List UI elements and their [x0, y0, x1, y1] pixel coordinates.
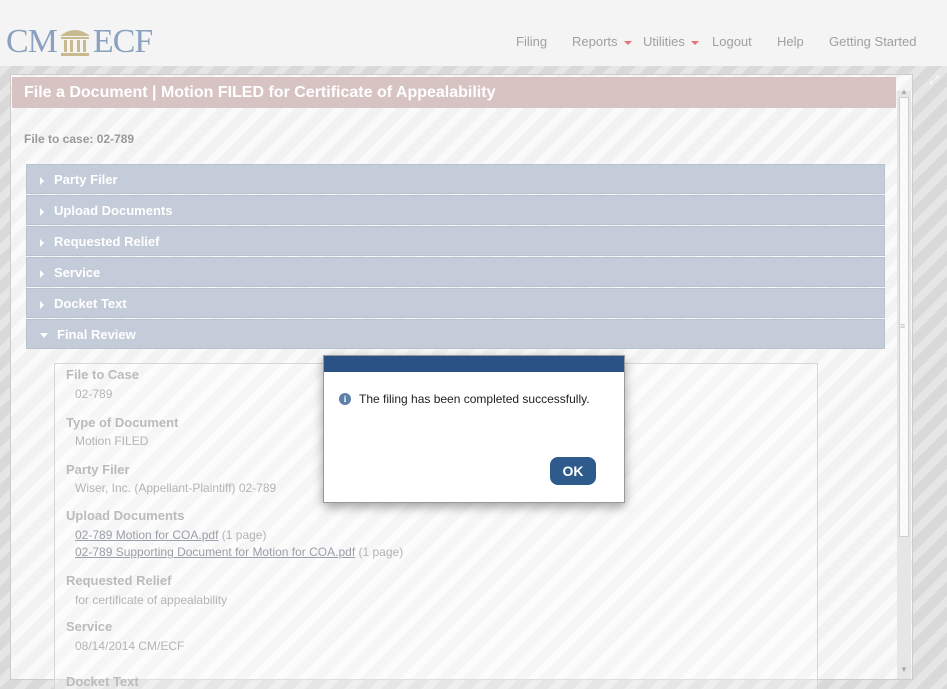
caret-right-icon: [40, 300, 44, 309]
section-label: Requested Relief: [54, 234, 160, 249]
ok-button[interactable]: OK: [550, 457, 596, 485]
caret-down-icon: [40, 333, 48, 339]
uploaded-file-link[interactable]: 02-789 Supporting Document for Motion fo…: [75, 545, 355, 559]
review-value-type-of-document: Motion FILED: [75, 434, 149, 448]
dropdown-caret-icon: [623, 40, 632, 45]
window-scrollbar[interactable]: ▲ ≡ ▼: [897, 87, 911, 679]
section-requested-relief[interactable]: Requested Relief: [26, 226, 885, 256]
section-label: Docket Text: [54, 296, 127, 311]
success-dialog: i The filing has been completed successf…: [323, 355, 625, 503]
nav-utilities[interactable]: Utilities: [643, 34, 699, 49]
review-heading-type-of-document: Type of Document: [66, 415, 179, 430]
section-upload-documents[interactable]: Upload Documents: [26, 195, 885, 225]
scrollbar-thumb[interactable]: [899, 97, 909, 537]
scroll-up-icon[interactable]: ▲: [900, 87, 908, 96]
review-heading-service: Service: [66, 619, 113, 634]
scroll-down-icon[interactable]: ▼: [900, 665, 908, 674]
nav-help[interactable]: Help: [777, 34, 804, 49]
scrollbar-grip-icon: ≡: [900, 321, 906, 331]
nav-utilities-label: Utilities: [643, 34, 685, 49]
section-service[interactable]: Service: [26, 257, 885, 287]
nav-getting-started[interactable]: Getting Started: [829, 34, 916, 49]
logo-text-right: ECF: [92, 23, 153, 60]
caret-right-icon: [40, 269, 44, 278]
nav-filing[interactable]: Filing: [516, 34, 547, 49]
caret-right-icon: [40, 207, 44, 216]
uploaded-file-row: 02-789 Motion for COA.pdf (1 page): [75, 528, 266, 542]
courthouse-icon: [58, 26, 92, 58]
review-heading-docket-text: Docket Text: [66, 674, 139, 689]
logo-text-left: CM: [6, 23, 58, 60]
uploaded-file-pages: (1 page): [358, 545, 404, 559]
section-label: Party Filer: [54, 172, 118, 187]
dialog-title-bar[interactable]: [324, 356, 624, 372]
caret-right-icon: [40, 176, 44, 185]
uploaded-file-row: 02-789 Supporting Document for Motion fo…: [75, 545, 403, 559]
nav-logout-label: Logout: [712, 34, 752, 49]
review-heading-upload-documents: Upload Documents: [66, 508, 185, 523]
nav-filing-label: Filing: [516, 34, 548, 49]
cmecf-logo[interactable]: CM ECF: [6, 22, 153, 62]
section-party-filer[interactable]: Party Filer: [26, 164, 885, 194]
info-icon: i: [339, 393, 351, 405]
nav-reports[interactable]: Reports: [572, 34, 632, 49]
dialog-message-text: The filing has been completed successful…: [359, 392, 590, 406]
dropdown-caret-icon: [690, 40, 699, 45]
section-label: Upload Documents: [54, 203, 173, 218]
nav-help-label: Help: [777, 34, 804, 49]
section-docket-text[interactable]: Docket Text: [26, 288, 885, 318]
review-value-file-to-case: 02-789: [75, 387, 113, 401]
nav-getting-started-label: Getting Started: [829, 34, 917, 49]
caret-right-icon: [40, 238, 44, 247]
nav-reports-label: Reports: [572, 34, 618, 49]
uploaded-file-pages: (1 page): [221, 528, 267, 542]
section-label: Final Review: [57, 327, 136, 342]
uploaded-file-link[interactable]: 02-789 Motion for COA.pdf: [75, 528, 218, 542]
review-heading-party-filer: Party Filer: [66, 462, 130, 477]
review-value-requested-relief: for certificate of appealability: [75, 593, 228, 607]
expand-icon[interactable]: ⤢: [928, 74, 940, 86]
review-value-service: 08/14/2014 CM/ECF: [75, 639, 185, 653]
top-bar: CM ECF Filing Reports Utilities Logout H…: [0, 0, 947, 66]
review-heading-file-to-case: File to Case: [66, 367, 139, 382]
case-number-line: File to case: 02-789: [24, 132, 135, 146]
dialog-message: i The filing has been completed successf…: [339, 392, 590, 406]
review-heading-requested-relief: Requested Relief: [66, 573, 172, 588]
section-label: Service: [54, 265, 101, 280]
nav-logout[interactable]: Logout: [712, 34, 752, 49]
section-final-review[interactable]: Final Review: [26, 319, 885, 349]
filing-steps-accordion: Party Filer Upload Documents Requested R…: [26, 164, 885, 350]
review-value-party-filer: Wiser, Inc. (Appellant-Plaintiff) 02-789: [75, 481, 277, 495]
window-title: File a Document | Motion FILED for Certi…: [12, 77, 896, 108]
